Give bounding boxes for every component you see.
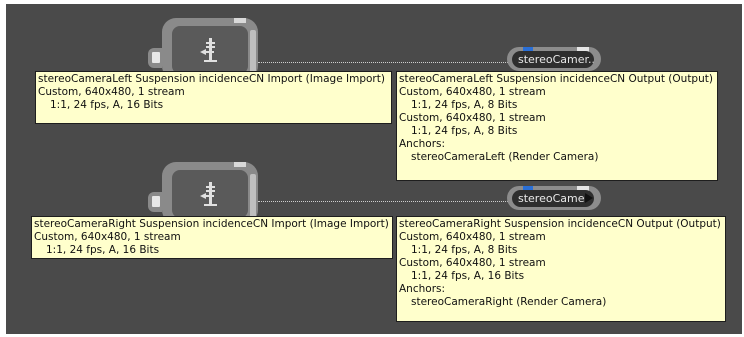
- tooltip-line: Custom, 640x480, 1 stream: [399, 257, 546, 269]
- import-node-left-tab[interactable]: [148, 48, 162, 68]
- node-status-bar: [234, 18, 246, 23]
- output-node-label: stereoCamer: [512, 190, 594, 207]
- tooltip-title: stereoCameraLeft Suspension incidenceCN …: [38, 73, 385, 85]
- document-icon: [152, 52, 160, 63]
- tooltip-anchors-label: Anchors:: [399, 138, 446, 150]
- image-import-icon: [200, 182, 217, 206]
- tooltip-line: 1:1, 24 fps, A, 8 Bits: [411, 244, 518, 256]
- tooltip-line: Custom, 640x480, 1 stream: [399, 86, 546, 98]
- tooltip-line: Custom, 640x480, 1 stream: [34, 231, 181, 243]
- import-tooltip-left: stereoCameraLeft Suspension incidenceCN …: [35, 71, 392, 124]
- tooltip-title: stereoCameraRight Suspension incidenceCN…: [399, 218, 721, 230]
- tooltip-line: Custom, 640x480, 1 stream: [399, 112, 546, 124]
- tooltip-title: stereoCameraRight Suspension incidenceCN…: [34, 218, 389, 230]
- tooltip-line: 1:1, 24 fps, A, 16 Bits: [411, 270, 525, 282]
- tooltip-anchor: stereoCameraRight (Render Camera): [411, 296, 607, 308]
- document-icon: [152, 196, 160, 207]
- tooltip-title: stereoCameraLeft Suspension incidenceCN …: [399, 73, 713, 85]
- node-status-bar: [234, 162, 246, 167]
- connection-wire-left: [258, 62, 514, 63]
- tooltip-anchors-label: Anchors:: [399, 283, 446, 295]
- output-tooltip-right: stereoCameraRight Suspension incidenceCN…: [396, 216, 726, 322]
- node-side-handle: [250, 30, 256, 74]
- output-node-label: stereoCamer...: [512, 51, 594, 68]
- output-node-right[interactable]: stereoCamer: [507, 186, 601, 210]
- import-node-right-tab[interactable]: [148, 192, 162, 212]
- output-tooltip-left: stereoCameraLeft Suspension incidenceCN …: [396, 71, 718, 181]
- node-side-handle: [250, 174, 256, 218]
- tooltip-line: 1:1, 24 fps, A, 16 Bits: [46, 244, 160, 256]
- node-body: [172, 26, 248, 74]
- tooltip-line: 1:1, 24 fps, A, 8 Bits: [411, 125, 518, 137]
- tooltip-line: Custom, 640x480, 1 stream: [38, 86, 185, 98]
- node-body: [172, 170, 248, 218]
- tooltip-line: 1:1, 24 fps, A, 16 Bits: [50, 99, 164, 111]
- tooltip-anchor: stereoCameraLeft (Render Camera): [411, 151, 599, 163]
- image-import-icon: [200, 38, 217, 62]
- node-graph-canvas[interactable]: stereoCamer... stereoCameraLeft Suspensi…: [6, 4, 742, 334]
- play-icon[interactable]: [585, 193, 593, 203]
- tooltip-line: Custom, 640x480, 1 stream: [399, 231, 546, 243]
- tooltip-line: 1:1, 24 fps, A, 8 Bits: [411, 99, 518, 111]
- import-node-right[interactable]: [162, 162, 258, 224]
- output-node-left[interactable]: stereoCamer...: [507, 47, 601, 71]
- import-tooltip-right: stereoCameraRight Suspension incidenceCN…: [31, 216, 393, 259]
- connection-wire-right: [258, 201, 514, 202]
